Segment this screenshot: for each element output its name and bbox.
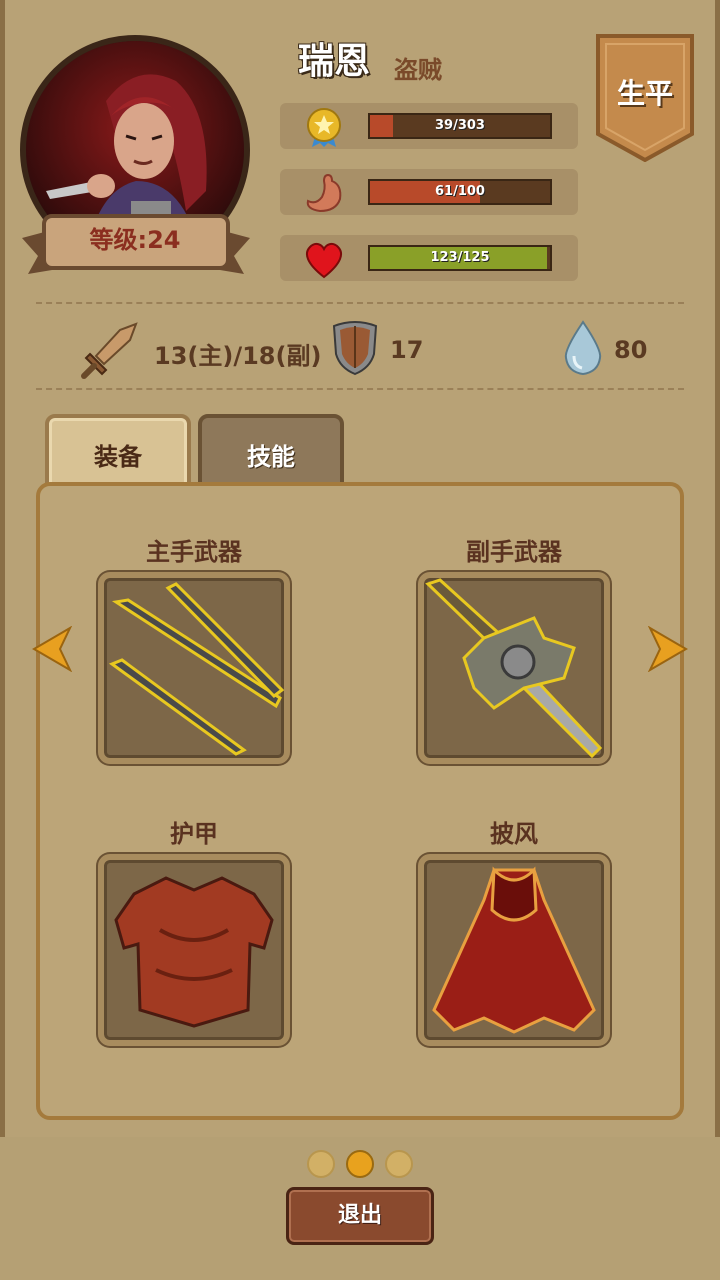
claw-blades-icon (108, 582, 284, 756)
water-value: 80 (614, 336, 648, 364)
shield-icon (332, 321, 378, 376)
cloak-slot[interactable] (418, 854, 610, 1046)
health-row: 123/125 (280, 235, 578, 281)
previous-arrow-icon[interactable] (30, 626, 74, 672)
off-weapon-label: 副手武器 (466, 538, 562, 566)
leather-armor-icon (114, 876, 274, 1028)
page-dot-1[interactable] (307, 1150, 335, 1178)
character-class: 盗贼 (394, 56, 442, 84)
stomach-icon (306, 173, 342, 213)
divider-bottom (36, 388, 684, 390)
biography-label[interactable]: 生平 (594, 72, 696, 112)
level-label: 等级:24 (89, 226, 181, 254)
attack-value: 13(主)/18(副) (154, 342, 322, 370)
off-weapon-slot[interactable] (418, 572, 610, 764)
red-cloak-icon (432, 866, 596, 1034)
armor-slot[interactable] (98, 854, 290, 1046)
health-bar: 123/125 (368, 245, 552, 271)
page-dot-3[interactable] (385, 1150, 413, 1178)
heart-icon (306, 242, 342, 279)
tab-equipment[interactable]: 装备 (45, 414, 191, 490)
xp-bar: 39/303 (368, 113, 552, 139)
main-weapon-slot[interactable] (98, 572, 290, 764)
defense-value: 17 (390, 336, 424, 364)
hunger-row: 61/100 (280, 169, 578, 215)
next-arrow-icon[interactable] (646, 626, 690, 672)
cloak-label: 披风 (490, 820, 538, 848)
armor-label: 护甲 (170, 820, 218, 848)
tab-skills[interactable]: 技能 (198, 414, 344, 490)
sword-icon (81, 322, 138, 379)
medal-icon (307, 108, 341, 147)
water-drop-icon (564, 320, 602, 376)
short-sword-icon (425, 578, 603, 758)
divider-top (36, 302, 684, 304)
main-weapon-label: 主手武器 (146, 538, 242, 566)
health-text: 123/125 (430, 250, 490, 265)
exit-button[interactable]: 退出 (286, 1187, 434, 1245)
page-dot-2[interactable] (346, 1150, 374, 1178)
xp-row: 39/303 (280, 103, 578, 149)
xp-text: 39/303 (435, 118, 485, 133)
hunger-bar: 61/100 (368, 179, 552, 205)
hunger-text: 61/100 (435, 184, 485, 199)
character-name: 瑞恩 (298, 41, 371, 82)
